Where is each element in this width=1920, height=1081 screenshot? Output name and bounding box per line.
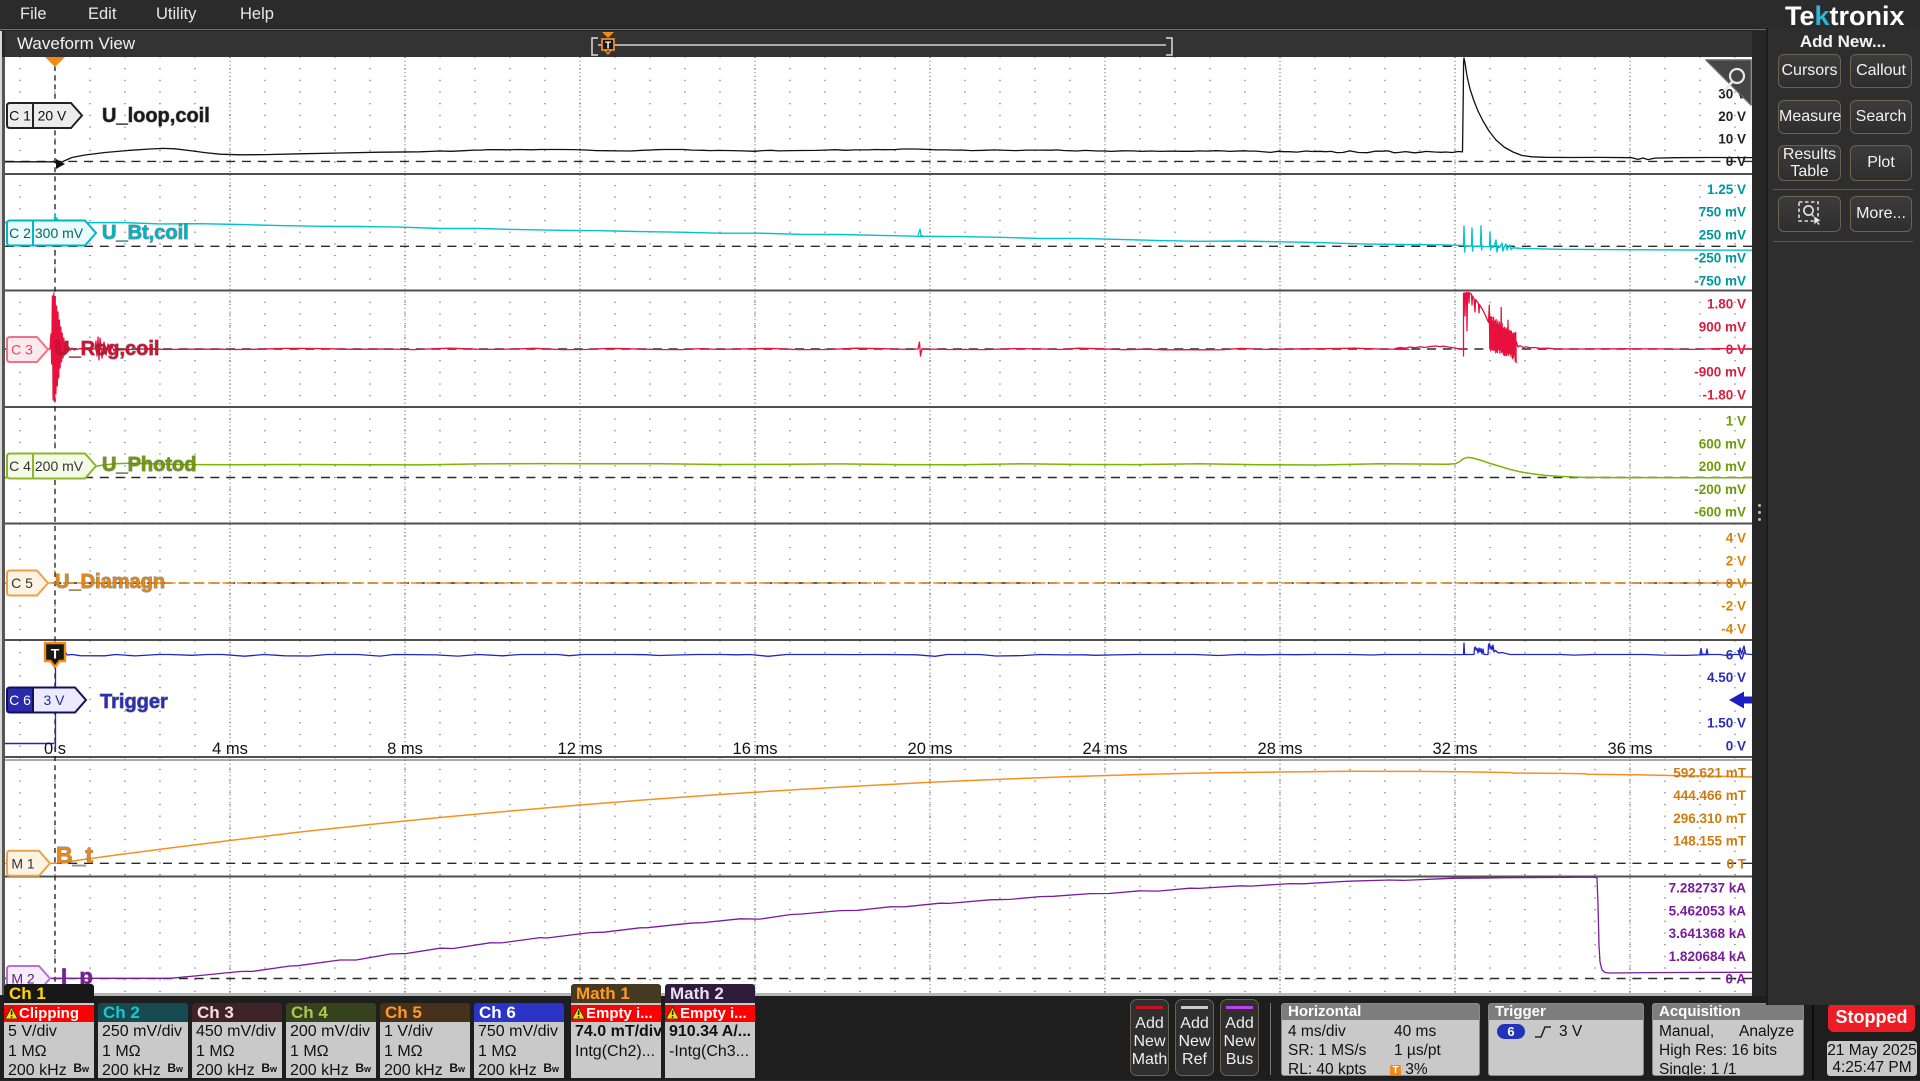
svg-text:0 T: 0 T: [1726, 856, 1746, 871]
svg-text:1.820684 kA: 1.820684 kA: [1669, 949, 1747, 964]
svg-text:U_Rog,coil: U_Rog,coil: [55, 338, 159, 360]
svg-text:1 V: 1 V: [1726, 414, 1746, 429]
svg-text:0 V: 0 V: [1726, 738, 1746, 753]
svg-text:-4 V: -4 V: [1721, 621, 1746, 636]
svg-text:148.155 mT: 148.155 mT: [1673, 834, 1747, 849]
svg-text:C 5: C 5: [11, 575, 33, 591]
svg-text:36 ms: 36 ms: [1608, 740, 1653, 758]
svg-text:U_Photod: U_Photod: [102, 454, 196, 476]
svg-text:12 ms: 12 ms: [558, 740, 603, 758]
svg-text:6 V: 6 V: [1726, 648, 1746, 663]
svg-text:C 2: C 2: [9, 225, 31, 241]
svg-text:16 ms: 16 ms: [733, 740, 778, 758]
svg-text:20 V: 20 V: [1718, 109, 1746, 124]
svg-text:24 ms: 24 ms: [1083, 740, 1128, 758]
svg-text:C 6: C 6: [9, 692, 31, 708]
svg-text:444.466 mT: 444.466 mT: [1673, 788, 1747, 803]
svg-text:-600 mV: -600 mV: [1694, 505, 1746, 520]
svg-text:4 V: 4 V: [1726, 531, 1746, 546]
svg-text:-200 mV: -200 mV: [1694, 482, 1746, 497]
svg-text:4 ms: 4 ms: [212, 740, 248, 758]
svg-text:296.310 mT: 296.310 mT: [1673, 811, 1747, 826]
svg-text:1.25 V: 1.25 V: [1707, 182, 1746, 197]
svg-text:-1.80 V: -1.80 V: [1702, 387, 1746, 402]
svg-text:-900 mV: -900 mV: [1694, 365, 1746, 380]
svg-text:2 V: 2 V: [1726, 553, 1746, 568]
svg-text:U_Bt,coil: U_Bt,coil: [102, 222, 189, 244]
svg-text:900 mV: 900 mV: [1699, 319, 1746, 334]
svg-text:8 ms: 8 ms: [387, 740, 423, 758]
svg-text:20 ms: 20 ms: [908, 740, 953, 758]
svg-text:0 V: 0 V: [1726, 342, 1746, 357]
svg-text:T: T: [51, 646, 60, 662]
svg-text:C 4: C 4: [9, 458, 31, 474]
svg-text:B_t: B_t: [56, 842, 93, 868]
svg-text:1.80 V: 1.80 V: [1707, 297, 1746, 312]
svg-text:1.50 V: 1.50 V: [1707, 716, 1746, 731]
svg-text:10 V: 10 V: [1718, 132, 1746, 147]
svg-text:0 V: 0 V: [1726, 154, 1746, 169]
svg-text:U_Diamagn: U_Diamagn: [55, 571, 165, 593]
svg-text:-750 mV: -750 mV: [1694, 273, 1746, 288]
svg-text:7.282737 kA: 7.282737 kA: [1669, 881, 1747, 896]
svg-text:4.50 V: 4.50 V: [1707, 670, 1746, 685]
svg-text:3 V: 3 V: [43, 692, 65, 708]
svg-text:200 mV: 200 mV: [35, 458, 84, 474]
svg-text:200 mV: 200 mV: [1699, 459, 1746, 474]
svg-text:32 ms: 32 ms: [1433, 740, 1478, 758]
svg-text:5.462053 kA: 5.462053 kA: [1669, 903, 1747, 918]
svg-text:0 A: 0 A: [1725, 972, 1746, 987]
svg-text:U_loop,coil: U_loop,coil: [102, 105, 210, 127]
svg-text:592.621 mT: 592.621 mT: [1673, 766, 1747, 781]
svg-text:600 mV: 600 mV: [1699, 436, 1746, 451]
svg-text:Trigger: Trigger: [100, 691, 168, 713]
svg-text:0 s: 0 s: [44, 740, 66, 758]
svg-text:20 V: 20 V: [38, 108, 67, 124]
svg-text:3.641368 kA: 3.641368 kA: [1669, 926, 1747, 941]
svg-text:300 mV: 300 mV: [35, 225, 84, 241]
svg-text:-250 mV: -250 mV: [1694, 251, 1746, 266]
svg-text:C 1: C 1: [9, 108, 31, 124]
svg-text:-2 V: -2 V: [1721, 599, 1746, 614]
svg-text:250 mV: 250 mV: [1699, 228, 1746, 243]
svg-text:T: T: [605, 41, 611, 52]
svg-text:28 ms: 28 ms: [1258, 740, 1303, 758]
svg-text:750 mV: 750 mV: [1699, 205, 1746, 220]
svg-text:0 V: 0 V: [1726, 576, 1746, 591]
svg-text:M 1: M 1: [11, 855, 35, 871]
svg-text:C 3: C 3: [11, 342, 33, 358]
